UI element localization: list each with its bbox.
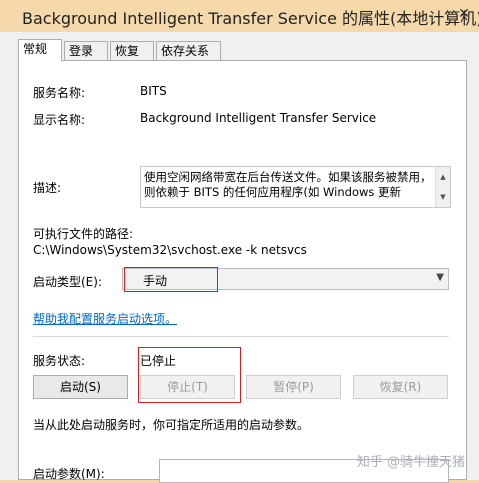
highlight-startup-type [124,267,218,292]
description-text: 使用空闲网络带宽在后台传送文件。如果该服务被禁用，则依赖于 BITS 的任何应用… [144,170,432,199]
description-scrollbar[interactable]: ▲ ▼ [435,167,450,207]
watermark-text: 知乎 @骑牛撞天猪 [356,455,465,470]
window-title: Background Intelligent Transfer Service … [22,9,479,28]
exe-path-label: 可执行文件的路径: [33,227,134,241]
service-name-value: BITS [140,84,167,98]
startup-type-label: 启动类型(E): [33,275,102,289]
tab-general[interactable]: 常规 [18,39,62,61]
properties-dialog: 常规 登录 恢复 依存关系 服务名称: BITS 显示名称: Backgroun… [0,32,479,483]
start-hint-text: 当从此处启动服务时，你可指定所适用的启动参数。 [33,418,310,432]
tab-logon[interactable]: 登录 [64,41,108,60]
display-name-value: Background Intelligent Transfer Service [140,111,377,125]
divider [33,336,449,337]
exe-path-value: C:\Windows\System32\svchost.exe -k netsv… [33,243,307,257]
resume-button[interactable]: 恢复(R) [353,375,448,399]
description-label: 描述: [33,181,62,195]
scroll-down-icon[interactable]: ▼ [436,187,450,207]
close-icon[interactable]: ✕ [455,5,473,23]
general-panel: 服务名称: BITS 显示名称: Background Intelligent … [18,60,467,483]
title-bar: Background Intelligent Transfer Service … [0,0,479,32]
start-params-label: 启动参数(M): [33,467,105,481]
service-name-label: 服务名称: [33,86,86,100]
tab-recovery[interactable]: 恢复 [110,41,154,60]
display-name-label: 显示名称: [33,113,86,127]
tab-dependencies[interactable]: 依存关系 [156,41,221,60]
scroll-up-icon[interactable]: ▲ [436,167,450,187]
start-button[interactable]: 启动(S) [33,375,128,399]
highlight-status [138,347,241,403]
description-box[interactable]: 使用空闲网络带宽在后台传送文件。如果该服务被禁用，则依赖于 BITS 的任何应用… [140,166,451,208]
help-config-link[interactable]: 帮助我配置服务启动选项。 [33,310,177,327]
chevron-down-icon: ▼ [436,272,444,283]
service-status-label: 服务状态: [33,354,86,368]
pause-button[interactable]: 暂停(P) [246,375,341,399]
